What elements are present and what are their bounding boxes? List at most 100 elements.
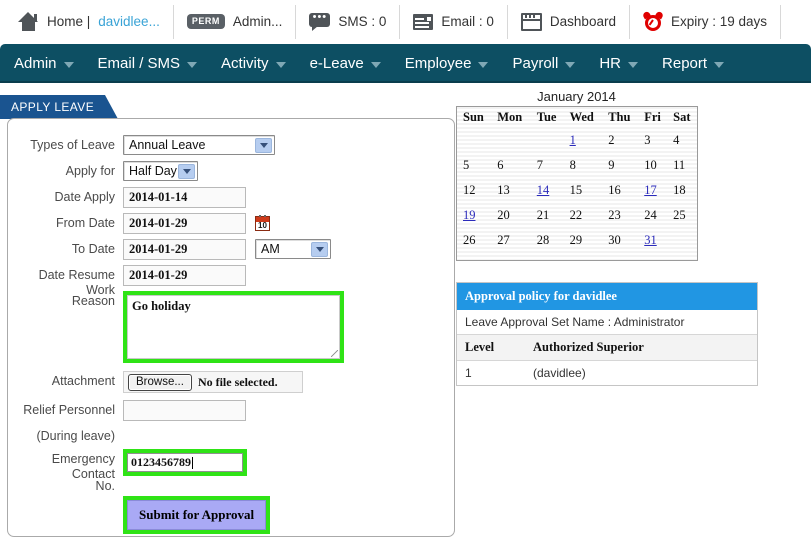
calendar-day-cell: 14 <box>531 178 564 203</box>
am-pm-select[interactable]: AM <box>255 239 331 259</box>
nav-label: Activity <box>221 55 269 72</box>
emergency-contact-input[interactable]: 0123456789 <box>127 453 243 472</box>
emergency-contact-highlight: 0123456789 <box>123 449 247 476</box>
calendar-weekday-row: Sun Mon Tue Wed Thu Fri Sat <box>457 107 697 128</box>
admin-label: Admin... <box>232 14 283 29</box>
calendar-day-cell: 5 <box>463 158 470 172</box>
chevron-down-icon <box>714 62 725 68</box>
field-relief-personnel: Relief Personnel <box>16 400 246 421</box>
calendar-day-cell: 17 <box>638 178 667 203</box>
home-user-link[interactable]: davidlee... <box>98 14 160 29</box>
month-calendar: Sun Mon Tue Wed Thu Fri Sat 1 2 3 4 5 6 7 8 9 10 1… <box>456 106 698 261</box>
chevron-down-icon <box>275 62 286 68</box>
date-apply-label: Date Apply <box>54 190 115 204</box>
calendar-empty-cell <box>531 128 564 153</box>
calendar-body: 1 2 3 4 5 6 7 8 9 10 11 12 13 14 15 16 17 18 19 20 21 22 23 24 2… <box>457 128 697 253</box>
calendar-day-link[interactable]: 14 <box>537 183 550 197</box>
topbar-item-email[interactable]: Email : 0 <box>400 4 508 39</box>
text-cursor <box>192 456 193 469</box>
nav-item-report[interactable]: Report <box>650 44 736 83</box>
calendar-day-cell: 11 <box>673 158 686 172</box>
types-of-leave-label: Types of Leave <box>30 138 115 152</box>
email-label: Email : 0 <box>441 14 494 29</box>
calendar-day-cell: 16 <box>608 183 621 197</box>
relief-personnel-input[interactable] <box>123 400 246 421</box>
calendar-picker-icon[interactable]: 10 <box>255 215 270 231</box>
calendar-day-cell: 9 <box>608 158 615 172</box>
calendar-week-row: 5 6 7 8 9 10 11 <box>457 153 697 178</box>
nav-label: Payroll <box>512 55 559 72</box>
date-resume-work-input[interactable]: 2014-01-29 <box>123 265 246 286</box>
calendar-day-cell: 30 <box>608 233 621 247</box>
nav-item-e-leave[interactable]: e-Leave <box>298 44 393 83</box>
file-input[interactable]: Browse... No file selected. <box>123 371 303 393</box>
calendar-day-cell: 29 <box>569 233 583 247</box>
nav-label: e-Leave <box>309 55 364 72</box>
chevron-down-icon[interactable] <box>178 164 195 179</box>
calendar-day-cell: 27 <box>497 233 510 247</box>
chevron-down-icon[interactable] <box>255 138 272 153</box>
nav-item-admin[interactable]: Admin <box>0 44 86 83</box>
nav-label: Admin <box>14 55 57 72</box>
chevron-down-icon <box>63 62 74 68</box>
calendar-day-cell: 21 <box>536 208 550 222</box>
cell-level: 1 <box>457 360 525 385</box>
nav-item-activity[interactable]: Activity <box>209 44 298 83</box>
topbar-item-home[interactable]: Home | davidlee... <box>0 4 174 39</box>
apply-for-select[interactable]: Half Day <box>123 161 198 181</box>
resize-handle-icon[interactable] <box>331 350 338 357</box>
page-root: Home | davidlee... PERM Admin... ••• SMS… <box>0 0 811 548</box>
calendar-day-link[interactable]: 17 <box>644 183 657 197</box>
topbar-item-expiry[interactable]: Expiry : 19 days <box>630 4 782 39</box>
chevron-down-icon[interactable] <box>311 242 328 257</box>
calendar-day-cell: 3 <box>644 133 651 147</box>
calendar-day-cell: 13 <box>497 183 510 197</box>
tab-apply-leave[interactable]: APPLY LEAVE <box>0 95 118 119</box>
weekday-header: Wed <box>569 110 594 124</box>
sms-label: SMS : 0 <box>338 14 387 29</box>
calendar-day-cell: 6 <box>497 158 504 172</box>
browse-button[interactable]: Browse... <box>128 373 192 391</box>
email-icon <box>413 13 434 30</box>
column-header-authorized-superior: Authorized Superior <box>525 335 757 361</box>
calendar-day-cell: 7 <box>536 158 544 172</box>
nav-item-employee[interactable]: Employee <box>393 44 501 83</box>
during-leave-label: (During leave) <box>36 429 115 443</box>
date-apply-input[interactable]: 2014-01-14 <box>123 187 246 208</box>
to-date-label: To Date <box>71 242 115 256</box>
reason-highlight: Go holiday <box>123 291 344 363</box>
field-apply-for: Apply for Half Day <box>16 161 198 181</box>
topbar-item-sms[interactable]: ••• SMS : 0 <box>296 4 401 39</box>
nav-item-hr[interactable]: HR <box>587 44 650 83</box>
field-from-date: From Date 2014-01-29 10 <box>16 213 270 234</box>
field-reason: Reason Go holiday <box>16 291 344 363</box>
types-of-leave-value: Annual Leave <box>129 138 206 152</box>
chevron-down-icon <box>187 62 198 68</box>
calendar-day-link[interactable]: 1 <box>570 133 576 147</box>
calendar-day-link[interactable]: 31 <box>644 233 657 247</box>
reason-label: Reason <box>71 294 115 308</box>
top-status-bar: Home | davidlee... PERM Admin... ••• SMS… <box>0 0 811 44</box>
chevron-down-icon <box>478 62 489 68</box>
leave-approval-set-name: Leave Approval Set Name : Administrator <box>457 310 757 335</box>
calendar-day-cell: 4 <box>673 133 680 147</box>
nav-label: Report <box>662 55 708 72</box>
calendar-day-cell: 8 <box>569 158 576 172</box>
calendar-day-cell: 15 <box>569 183 583 197</box>
chevron-down-icon <box>370 62 381 68</box>
submit-for-approval-button[interactable]: Submit for Approval <box>127 500 267 530</box>
nav-item-email-sms[interactable]: Email / SMS <box>86 44 210 83</box>
calendar-table: Sun Mon Tue Wed Thu Fri Sat 1 2 3 4 5 6 7 8 9 10 1… <box>457 107 697 253</box>
types-of-leave-select[interactable]: Annual Leave <box>123 135 275 155</box>
weekday-header: Fri <box>644 110 661 124</box>
nav-item-payroll[interactable]: Payroll <box>500 44 587 83</box>
to-date-input[interactable]: 2014-01-29 <box>123 239 246 260</box>
weekday-header: Tue <box>536 110 557 124</box>
calendar-day-cell: 25 <box>673 208 686 222</box>
calendar-day-link[interactable]: 19 <box>463 208 476 222</box>
topbar-item-dashboard[interactable]: Dashboard <box>508 4 630 39</box>
approval-policy-panel: Approval policy for davidlee Leave Appro… <box>456 282 758 386</box>
reason-textarea[interactable]: Go holiday <box>127 295 340 359</box>
topbar-item-admin[interactable]: PERM Admin... <box>174 4 297 39</box>
from-date-input[interactable]: 2014-01-29 <box>123 213 246 234</box>
